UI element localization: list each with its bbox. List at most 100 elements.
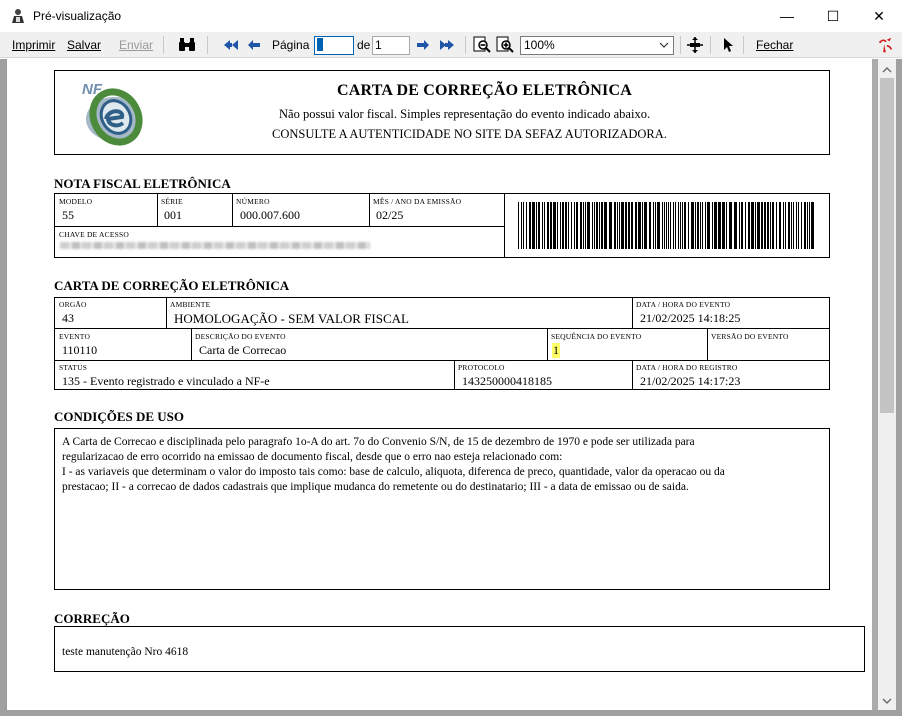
- barcode-bar: [562, 202, 564, 249]
- barcode-bar: [601, 202, 603, 249]
- divider: [632, 297, 633, 328]
- barcode-bar: [550, 202, 552, 249]
- condicoes-line: I - as variaveis que determinam o valor …: [62, 466, 725, 478]
- barcode-bar: [739, 202, 740, 249]
- divider: [454, 360, 455, 390]
- protocolo-label: Protocolo: [458, 363, 505, 372]
- barcode-bar: [729, 202, 732, 249]
- barcode-bar: [809, 202, 810, 249]
- double-arrow-right-icon[interactable]: [438, 36, 456, 54]
- minimize-button[interactable]: —: [764, 0, 810, 32]
- barcode-bar: [560, 202, 561, 249]
- toolbar-separator: [163, 36, 164, 54]
- barcode-bar: [670, 202, 671, 249]
- barcode-bar: [642, 202, 643, 249]
- barcode-bar: [523, 202, 524, 249]
- barcode-bar: [745, 202, 746, 249]
- redacted-access-key: [60, 242, 370, 249]
- barcode-bar: [767, 202, 769, 249]
- arrow-right-icon[interactable]: [414, 36, 432, 54]
- barcode-bar: [568, 202, 569, 249]
- page-label: Página: [272, 38, 310, 52]
- barcode-bar: [700, 202, 701, 249]
- barcode-bar: [596, 202, 598, 249]
- sequencia-label: Sequência do evento: [551, 332, 642, 341]
- toolbar-separator: [743, 36, 744, 54]
- scroll-down-icon[interactable]: [878, 692, 896, 710]
- barcode-bar: [553, 202, 556, 249]
- barcode-bar: [544, 202, 545, 249]
- barcode-bar: [755, 202, 756, 249]
- barcode-bar: [741, 202, 743, 249]
- serie-label: Série: [161, 197, 183, 206]
- barcode-bar: [625, 202, 627, 249]
- zoom-select[interactable]: 100%: [520, 36, 674, 55]
- print-button[interactable]: Imprimir: [12, 32, 55, 58]
- barcode-bar: [614, 202, 616, 249]
- barcode-bar: [576, 202, 578, 249]
- nfe-section-title: NOTA FISCAL ELETRÔNICA: [54, 176, 231, 191]
- barcode-bar: [680, 202, 681, 249]
- text-caret: [317, 38, 323, 52]
- barcode-bar: [587, 202, 590, 249]
- barcode-bar: [684, 202, 686, 249]
- barcode-bar: [712, 202, 713, 249]
- barcode-bar: [585, 202, 586, 249]
- toolbar: Imprimir Salvar Enviar Página 1 de 1 100…: [0, 32, 902, 58]
- divider: [547, 328, 548, 360]
- send-label: Enviar: [119, 38, 154, 52]
- pan-icon[interactable]: [686, 36, 704, 54]
- save-button[interactable]: Salvar: [67, 32, 101, 58]
- barcode-bar: [757, 202, 760, 249]
- close-preview-button[interactable]: Fechar: [756, 32, 793, 58]
- vertical-scrollbar[interactable]: [878, 59, 896, 710]
- barcode-bar: [617, 202, 618, 249]
- close-window-button[interactable]: ✕: [856, 0, 902, 32]
- condicoes-line: A Carta de Correcao e disciplinada pelo …: [62, 436, 695, 448]
- divider: [166, 297, 167, 328]
- nfe-logo: NF: [78, 79, 148, 151]
- scroll-thumb[interactable]: [880, 78, 894, 413]
- zoom-out-icon[interactable]: [473, 36, 491, 54]
- double-arrow-left-icon[interactable]: [222, 36, 240, 54]
- zoom-value: 100%: [524, 38, 555, 52]
- send-button[interactable]: Enviar: [119, 32, 153, 58]
- divider: [232, 193, 233, 226]
- barcode-bar: [532, 202, 535, 249]
- barcode-bar: [668, 202, 669, 249]
- binoculars-icon[interactable]: [178, 36, 196, 54]
- ambiente-value: HOMOLOGAÇÃO - SEM VALOR FISCAL: [174, 311, 409, 326]
- barcode-bar: [619, 202, 620, 249]
- toolbar-separator: [680, 36, 681, 54]
- barcode-bar: [697, 202, 699, 249]
- barcode-bar: [705, 202, 706, 249]
- barcode-bar: [801, 202, 802, 249]
- barcode-bar: [748, 202, 750, 249]
- barcode-bar: [609, 202, 612, 249]
- evento-label: Evento: [59, 332, 91, 341]
- ambiente-label: Ambiente: [170, 300, 211, 309]
- toolbar-separator: [207, 36, 208, 54]
- page-input[interactable]: 1: [314, 36, 354, 55]
- barcode-bar: [807, 202, 808, 249]
- barcode-bar: [644, 202, 647, 249]
- barcode-bar: [796, 202, 797, 249]
- barcode-bar: [538, 202, 540, 249]
- barcode-bar: [678, 202, 679, 249]
- close-label: Fechar: [756, 38, 794, 52]
- barcode-bar: [783, 202, 784, 249]
- barcode-bar: [599, 202, 600, 249]
- barcode-bar: [571, 202, 572, 249]
- barcode-bar: [793, 202, 794, 249]
- status-label: Status: [59, 363, 88, 372]
- toolbar-separator: [710, 36, 711, 54]
- pointer-icon[interactable]: [719, 36, 737, 54]
- maximize-button[interactable]: ☐: [810, 0, 856, 32]
- divider: [369, 193, 370, 226]
- arrow-left-icon[interactable]: [245, 36, 263, 54]
- barcode-bar: [776, 202, 777, 249]
- scroll-up-icon[interactable]: [878, 61, 896, 79]
- zoom-in-icon[interactable]: [496, 36, 514, 54]
- data-registro-value: 21/02/2025 14:17:23: [640, 374, 741, 388]
- divider: [54, 226, 505, 227]
